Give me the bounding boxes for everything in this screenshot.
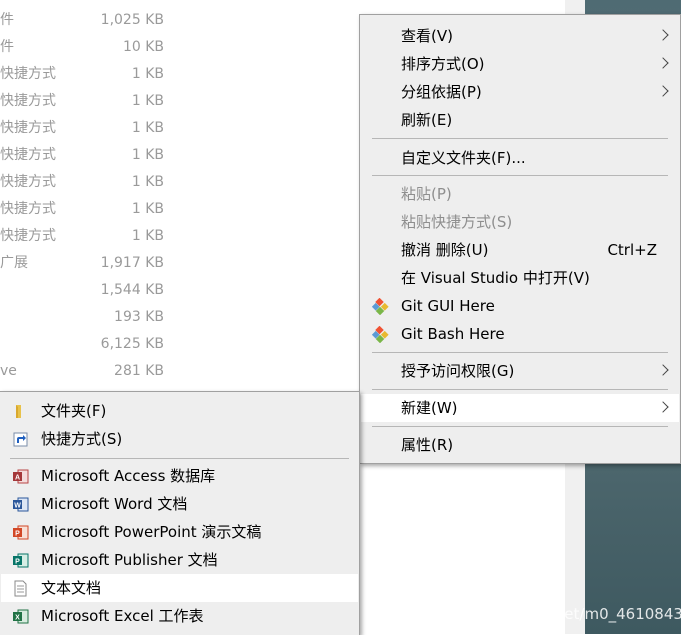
menu-item-view[interactable]: 查看(V) — [361, 22, 679, 50]
file-size-cell: 1 KB — [131, 228, 164, 244]
powerpoint-icon: P — [13, 525, 29, 540]
git-diamond-icon — [372, 298, 389, 315]
file-size-cell: 6,125 KB — [100, 336, 164, 352]
folder-icon — [16, 405, 21, 418]
menu-item-sort[interactable]: 排序方式(O) — [361, 50, 679, 78]
file-type-cell: 快捷方式 — [0, 228, 56, 244]
new-submenu: 文件夹(F) 快捷方式(S) A Microsoft Access 数据库 W … — [0, 391, 360, 635]
file-type-cell: 快捷方式 — [0, 201, 56, 217]
menu-item-label: 文件夹(F) — [41, 402, 107, 420]
file-size-cell: 1,025 KB — [100, 12, 164, 28]
new-item-excel[interactable]: X Microsoft Excel 工作表 — [1, 602, 358, 630]
watermark-text: https://blog.csdn.net/m0_46108436 — [424, 605, 681, 623]
git-diamond-icon — [372, 326, 389, 343]
menu-item-label: Git Bash Here — [401, 325, 505, 343]
file-size-cell: 281 KB — [114, 363, 164, 379]
menu-item-label: 快捷方式(S) — [41, 430, 123, 448]
file-size-cell: 1 KB — [131, 174, 164, 190]
menu-separator — [372, 138, 668, 139]
menu-item-label: Microsoft Access 数据库 — [41, 467, 216, 485]
chevron-right-icon — [657, 57, 669, 69]
new-item-shortcut[interactable]: 快捷方式(S) — [1, 425, 358, 453]
menu-item-label: 属性(R) — [401, 436, 454, 454]
file-size-cell: 1 KB — [131, 147, 164, 163]
svg-text:P: P — [15, 531, 20, 538]
new-item-publisher[interactable]: P Microsoft Publisher 文档 — [1, 546, 358, 574]
file-size-cell: 10 KB — [122, 39, 164, 55]
menu-item-label: 刷新(E) — [401, 111, 453, 129]
menu-item-new[interactable]: 新建(W) — [361, 394, 679, 422]
shortcut-arrow-icon — [13, 432, 28, 447]
menu-item-label: Microsoft Publisher 文档 — [41, 551, 218, 569]
menu-item-label: 分组依据(P) — [401, 83, 482, 101]
menu-item-open-in-visual-studio[interactable]: 在 Visual Studio 中打开(V) — [361, 264, 679, 292]
excel-icon: X — [13, 609, 29, 624]
menu-item-refresh[interactable]: 刷新(E) — [361, 106, 679, 134]
svg-text:P: P — [15, 559, 20, 566]
file-size-cell: 1 KB — [131, 201, 164, 217]
menu-item-label: 查看(V) — [401, 27, 453, 45]
chevron-right-icon — [657, 85, 669, 97]
menu-item-label: 排序方式(O) — [401, 55, 485, 73]
file-type-cell: 广展 — [0, 255, 28, 271]
menu-item-group[interactable]: 分组依据(P) — [361, 78, 679, 106]
menu-separator — [10, 458, 349, 459]
new-item-powerpoint[interactable]: P Microsoft PowerPoint 演示文稿 — [1, 518, 358, 546]
menu-item-label: 授予访问权限(G) — [401, 362, 515, 380]
file-type-cell: ve — [0, 363, 17, 379]
file-type-cell: 快捷方式 — [0, 66, 56, 82]
file-type-cell: 快捷方式 — [0, 147, 56, 163]
file-size-cell: 1 KB — [131, 93, 164, 109]
chevron-right-icon — [657, 401, 669, 413]
menu-item-label: 文本文档 — [41, 579, 102, 597]
menu-item-git-bash[interactable]: Git Bash Here — [361, 320, 679, 348]
word-icon: W — [13, 497, 29, 512]
file-type-cell: 件 — [0, 12, 14, 28]
menu-item-undo-delete[interactable]: 撤消 删除(U) Ctrl+Z — [361, 236, 679, 264]
menu-separator — [372, 175, 668, 176]
menu-item-paste[interactable]: 粘贴(P) — [361, 180, 679, 208]
file-size-cell: 193 KB — [114, 309, 164, 325]
new-item-word[interactable]: W Microsoft Word 文档 — [1, 490, 358, 518]
menu-item-properties[interactable]: 属性(R) — [361, 431, 679, 459]
menu-item-grant-access[interactable]: 授予访问权限(G) — [361, 357, 679, 385]
svg-text:A: A — [15, 475, 20, 482]
svg-text:W: W — [14, 503, 21, 510]
file-size-cell: 1,917 KB — [100, 255, 164, 271]
keyboard-shortcut: Ctrl+Z — [607, 241, 657, 259]
context-menu: 查看(V) 排序方式(O) 分组依据(P) 刷新(E) 自定义文件夹(F)...… — [359, 14, 681, 464]
menu-item-git-gui[interactable]: Git GUI Here — [361, 292, 679, 320]
file-type-cell: 快捷方式 — [0, 174, 56, 190]
new-item-text-document[interactable]: 文本文档 — [1, 574, 358, 602]
file-type-cell: 快捷方式 — [0, 93, 56, 109]
menu-item-label: Microsoft Excel 工作表 — [41, 607, 204, 625]
file-size-cell: 1,544 KB — [100, 282, 164, 298]
file-type-cell: 快捷方式 — [0, 120, 56, 136]
menu-separator — [372, 352, 668, 353]
menu-item-label: 新建(W) — [401, 399, 458, 417]
file-size-cell: 1 KB — [131, 66, 164, 82]
svg-text:X: X — [15, 615, 20, 622]
menu-item-label: 自定义文件夹(F)... — [401, 149, 526, 167]
menu-item-label: 粘贴(P) — [401, 185, 452, 203]
menu-separator — [372, 389, 668, 390]
publisher-icon: P — [13, 553, 29, 568]
text-document-icon — [14, 580, 27, 597]
file-size-cell: 1 KB — [131, 120, 164, 136]
chevron-right-icon — [657, 364, 669, 376]
new-item-folder[interactable]: 文件夹(F) — [1, 397, 358, 425]
menu-item-label: 粘贴快捷方式(S) — [401, 213, 513, 231]
chevron-right-icon — [657, 29, 669, 41]
access-icon: A — [13, 469, 29, 484]
menu-item-label: 撤消 删除(U) — [401, 241, 489, 259]
menu-item-label: Git GUI Here — [401, 297, 495, 315]
new-item-access[interactable]: A Microsoft Access 数据库 — [1, 462, 358, 490]
menu-item-label: Microsoft PowerPoint 演示文稿 — [41, 523, 262, 541]
file-type-cell: 件 — [0, 39, 14, 55]
menu-separator — [372, 426, 668, 427]
menu-item-label: 在 Visual Studio 中打开(V) — [401, 269, 590, 287]
menu-item-customize-folder[interactable]: 自定义文件夹(F)... — [361, 144, 679, 172]
menu-item-label: Microsoft Word 文档 — [41, 495, 188, 513]
menu-item-paste-shortcut[interactable]: 粘贴快捷方式(S) — [361, 208, 679, 236]
